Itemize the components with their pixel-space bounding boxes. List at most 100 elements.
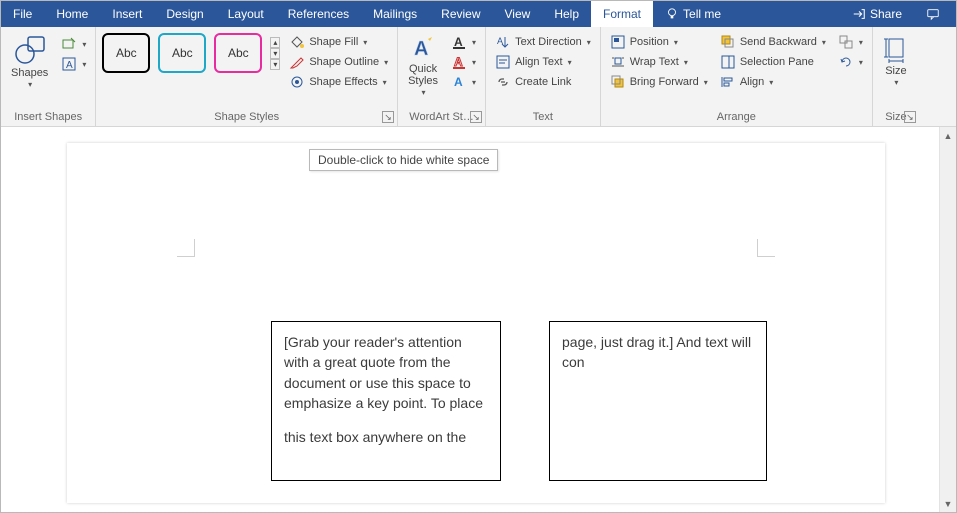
position-button[interactable]: Position▾ (607, 33, 711, 51)
text-box-2-para1: page, just drag it.] And text will con (562, 332, 754, 373)
quick-styles-icon: A (410, 35, 436, 61)
shape-fill-button[interactable]: Shape Fill▾ (286, 33, 391, 51)
edit-shape-button[interactable]: ▾ (58, 35, 89, 53)
vertical-scrollbar[interactable]: ▲ ▼ (939, 127, 956, 512)
wrap-text-button[interactable]: Wrap Text▾ (607, 53, 711, 71)
group-arrange: Position▾ Wrap Text▾ Bring Forward▾ Send… (601, 27, 873, 126)
text-box-1[interactable]: [Grab your reader's attention with a gre… (271, 321, 501, 481)
style-preset-2[interactable]: Abc (158, 33, 206, 73)
group-size: Size ▾ Size ↘ (873, 27, 919, 126)
edit-shape-icon (61, 36, 77, 52)
align-button[interactable]: Align▾ (717, 73, 829, 91)
size-launcher[interactable]: ↘ (904, 111, 916, 123)
share-label: Share (870, 7, 902, 21)
ribbon: Shapes ▾ ▾ A▾ Insert Shapes Abc Abc Abc … (1, 27, 956, 127)
align-icon (720, 74, 736, 90)
text-box-1-para1: [Grab your reader's attention with a gre… (284, 332, 488, 413)
create-link-button[interactable]: Create Link (492, 73, 594, 91)
group-label-arrange: Arrange (607, 109, 866, 126)
whitespace-tooltip: Double-click to hide white space (309, 149, 498, 171)
tab-home[interactable]: Home (44, 1, 100, 27)
textbox-icon: A (61, 56, 77, 72)
rotate-button[interactable]: ▾ (835, 53, 866, 71)
text-box-1-para2: this text box anywhere on the (284, 427, 488, 447)
bring-forward-icon (610, 74, 626, 90)
text-outline-icon: A (451, 54, 467, 70)
tab-layout[interactable]: Layout (216, 1, 276, 27)
quick-styles-button[interactable]: A Quick Styles ▾ (404, 33, 442, 100)
shapes-icon (14, 35, 46, 65)
text-direction-button[interactable]: AText Direction▾ (492, 33, 594, 51)
tab-view[interactable]: View (493, 1, 543, 27)
ribbon-tabs: File Home Insert Design Layout Reference… (1, 1, 956, 27)
group-label-text: Text (492, 109, 594, 126)
group-wordart-styles: A Quick Styles ▾ A▾ A▾ A▾ WordArt St… ↘ (398, 27, 486, 126)
share-icon (852, 7, 866, 21)
tab-insert[interactable]: Insert (100, 1, 154, 27)
effects-icon (289, 74, 305, 90)
comments-pane-icon[interactable] (914, 1, 956, 27)
tell-me[interactable]: Tell me (653, 1, 733, 27)
wrap-text-icon (610, 54, 626, 70)
style-gallery-spinner[interactable]: ▴ ▾ ▾ (270, 37, 280, 70)
group-insert-shapes: Shapes ▾ ▾ A▾ Insert Shapes (1, 27, 96, 126)
shape-outline-button[interactable]: Shape Outline▾ (286, 53, 391, 71)
style-preset-1[interactable]: Abc (102, 33, 150, 73)
size-label: Size (885, 65, 906, 77)
pen-outline-icon (289, 54, 305, 70)
bucket-icon (289, 34, 305, 50)
text-box-2[interactable]: page, just drag it.] And text will con (549, 321, 767, 481)
margin-guide-tr (757, 239, 775, 257)
position-icon (610, 34, 626, 50)
tab-help[interactable]: Help (542, 1, 591, 27)
wordart-launcher[interactable]: ↘ (470, 111, 482, 123)
text-fill-button[interactable]: A▾ (448, 33, 479, 51)
shapes-button[interactable]: Shapes ▾ (7, 33, 52, 92)
scroll-up-button[interactable]: ▲ (940, 127, 956, 144)
selection-pane-icon (720, 54, 736, 70)
comment-icon (926, 7, 940, 21)
group-label-wordart: WordArt St… (404, 109, 479, 126)
svg-text:A: A (66, 60, 73, 71)
text-effects-icon: A (451, 74, 467, 90)
share-button[interactable]: Share (840, 1, 914, 27)
tab-references[interactable]: References (276, 1, 361, 27)
lightbulb-icon (665, 7, 679, 21)
shapes-label: Shapes (11, 67, 48, 79)
tell-me-label: Tell me (683, 7, 721, 21)
text-fill-icon: A (451, 34, 467, 50)
size-button[interactable]: Size ▾ (879, 33, 913, 90)
margin-guide-tl (177, 239, 195, 257)
svg-text:A: A (454, 35, 463, 49)
selection-pane-button[interactable]: Selection Pane (717, 53, 829, 71)
tab-format[interactable]: Format (591, 1, 653, 27)
text-effects-button[interactable]: A▾ (448, 73, 479, 91)
group-shape-styles: Abc Abc Abc ▴ ▾ ▾ Shape Fill▾ Shape Outl… (96, 27, 398, 126)
rotate-icon (838, 54, 854, 70)
group-label-shape-styles: Shape Styles (102, 109, 391, 126)
group-objects-button[interactable]: ▾ (835, 33, 866, 51)
bring-forward-button[interactable]: Bring Forward▾ (607, 73, 711, 91)
align-text-icon (495, 54, 511, 70)
quick-styles-label: Quick Styles (408, 63, 438, 87)
shape-effects-button[interactable]: Shape Effects▾ (286, 73, 391, 91)
group-label-insert-shapes: Insert Shapes (7, 109, 89, 126)
shape-styles-launcher[interactable]: ↘ (382, 111, 394, 123)
textbox-button[interactable]: A▾ (58, 55, 89, 73)
tab-mailings[interactable]: Mailings (361, 1, 429, 27)
tab-design[interactable]: Design (154, 1, 215, 27)
svg-text:A: A (454, 55, 463, 69)
tab-review[interactable]: Review (429, 1, 492, 27)
send-backward-icon (720, 34, 736, 50)
scroll-down-button[interactable]: ▼ (940, 495, 956, 512)
style-preset-3[interactable]: Abc (214, 33, 262, 73)
align-text-button[interactable]: Align Text▾ (492, 53, 594, 71)
size-icon (883, 35, 909, 63)
text-direction-icon: A (495, 34, 511, 50)
text-outline-button[interactable]: A▾ (448, 53, 479, 71)
send-backward-button[interactable]: Send Backward▾ (717, 33, 829, 51)
svg-text:A: A (414, 38, 428, 60)
tab-file[interactable]: File (1, 1, 44, 27)
svg-text:A: A (454, 75, 463, 89)
group-text: AText Direction▾ Align Text▾ Create Link… (486, 27, 601, 126)
